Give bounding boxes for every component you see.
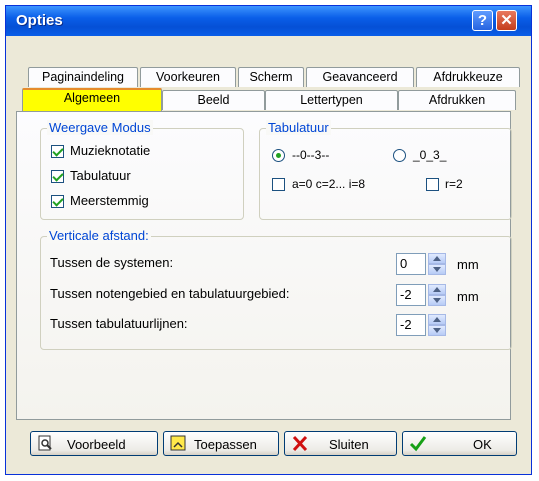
close-icon[interactable]: ✕ xyxy=(496,10,517,31)
spacing-systems-spinner[interactable] xyxy=(428,253,446,275)
tab-label: Afdrukken xyxy=(428,93,486,107)
spacing-notation-tab-spinner[interactable] xyxy=(428,284,446,306)
checkmark-icon xyxy=(409,436,427,452)
preview-button[interactable]: Voorbeeld xyxy=(30,431,158,456)
display-mode-legend: Weergave Modus xyxy=(47,120,153,135)
letter-tab-checkbox[interactable] xyxy=(272,178,285,191)
tabulatuur-label: Tabulatuur xyxy=(70,168,131,183)
tab-style-radio-1[interactable] xyxy=(272,149,285,162)
spacing-label-systems: Tussen de systemen: xyxy=(50,255,174,270)
ok-button[interactable]: OK xyxy=(402,431,517,456)
tab-scherm[interactable]: Scherm xyxy=(238,67,304,87)
tab-paginaindeling[interactable]: Paginaindeling xyxy=(28,67,138,87)
spin-down-icon[interactable] xyxy=(428,264,446,275)
help-icon[interactable]: ? xyxy=(472,10,493,31)
tab-afdrukkeuze[interactable]: Afdrukkeuze xyxy=(416,67,520,87)
apply-button-label: Toepassen xyxy=(194,437,257,452)
tab-label: Paginaindeling xyxy=(41,70,124,84)
spin-down-icon[interactable] xyxy=(428,325,446,336)
muzieknotatie-checkbox[interactable] xyxy=(51,145,64,158)
tab-voorkeuren[interactable]: Voorkeuren xyxy=(140,67,236,87)
close-x-icon xyxy=(292,435,308,452)
tablature-legend: Tabulatuur xyxy=(266,120,331,135)
apply-icon xyxy=(170,435,186,451)
meerstemmig-label: Meerstemmig xyxy=(70,193,149,208)
tab-label: Algemeen xyxy=(63,91,121,105)
tab-label: Scherm xyxy=(249,70,293,84)
spacing-label-tab-lines: Tussen tabulatuurlijnen: xyxy=(50,316,188,331)
spin-up-icon[interactable] xyxy=(428,314,446,325)
spin-up-icon[interactable] xyxy=(428,253,446,264)
tabulatuur-checkbox[interactable] xyxy=(51,170,64,183)
unit-label: mm xyxy=(457,257,479,272)
ok-button-label: OK xyxy=(473,437,492,452)
tablature-group: Tabulatuur xyxy=(259,120,512,220)
vertical-spacing-legend: Verticale afstand: xyxy=(47,228,151,243)
tab-algemeen[interactable]: Algemeen xyxy=(22,88,162,111)
spacing-label-notation-tab: Tussen notengebied en tabulatuurgebied: xyxy=(50,286,290,301)
tab-beeld[interactable]: Beeld xyxy=(162,90,265,110)
tab-style-radio-2-label: _0_3_ xyxy=(413,148,447,162)
tab-style-radio-1-label: --0--3-- xyxy=(292,148,330,162)
spacing-tab-lines-input[interactable]: -2 xyxy=(396,314,426,336)
close-button[interactable]: Sluiten xyxy=(284,431,397,456)
spin-up-icon[interactable] xyxy=(428,284,446,295)
tab-style-radio-2[interactable] xyxy=(393,149,406,162)
title-bar[interactable]: Opties ? ✕ xyxy=(6,6,531,36)
close-button-label: Sluiten xyxy=(329,437,369,452)
tab-label: Beeld xyxy=(197,93,230,107)
letter-tab-label: a=0 c=2... i=8 xyxy=(292,177,366,191)
muzieknotatie-label: Muzieknotatie xyxy=(70,143,151,158)
meerstemmig-checkbox[interactable] xyxy=(51,195,64,208)
tab-afdrukken[interactable]: Afdrukken xyxy=(398,90,516,110)
tab-label: Voorkeuren xyxy=(156,70,220,84)
tab-label: Afdrukkeuze xyxy=(433,70,503,84)
spacing-tab-lines-spinner[interactable] xyxy=(428,314,446,336)
tab-geavanceerd[interactable]: Geavanceerd xyxy=(306,67,414,87)
tab-lettertypen[interactable]: Lettertypen xyxy=(265,90,398,110)
spin-down-icon[interactable] xyxy=(428,295,446,306)
unit-label: mm xyxy=(457,289,479,304)
spacing-notation-tab-input[interactable]: -2 xyxy=(396,284,426,306)
tab-label: Geavanceerd xyxy=(322,70,398,84)
preview-button-label: Voorbeeld xyxy=(67,437,126,452)
apply-button[interactable]: Toepassen xyxy=(163,431,279,456)
r2-label: r=2 xyxy=(445,177,463,191)
window-title: Opties xyxy=(16,12,63,29)
tab-label: Lettertypen xyxy=(300,93,363,107)
preview-icon xyxy=(38,435,52,451)
spacing-systems-input[interactable]: 0 xyxy=(396,253,426,275)
r2-checkbox[interactable] xyxy=(426,178,439,191)
